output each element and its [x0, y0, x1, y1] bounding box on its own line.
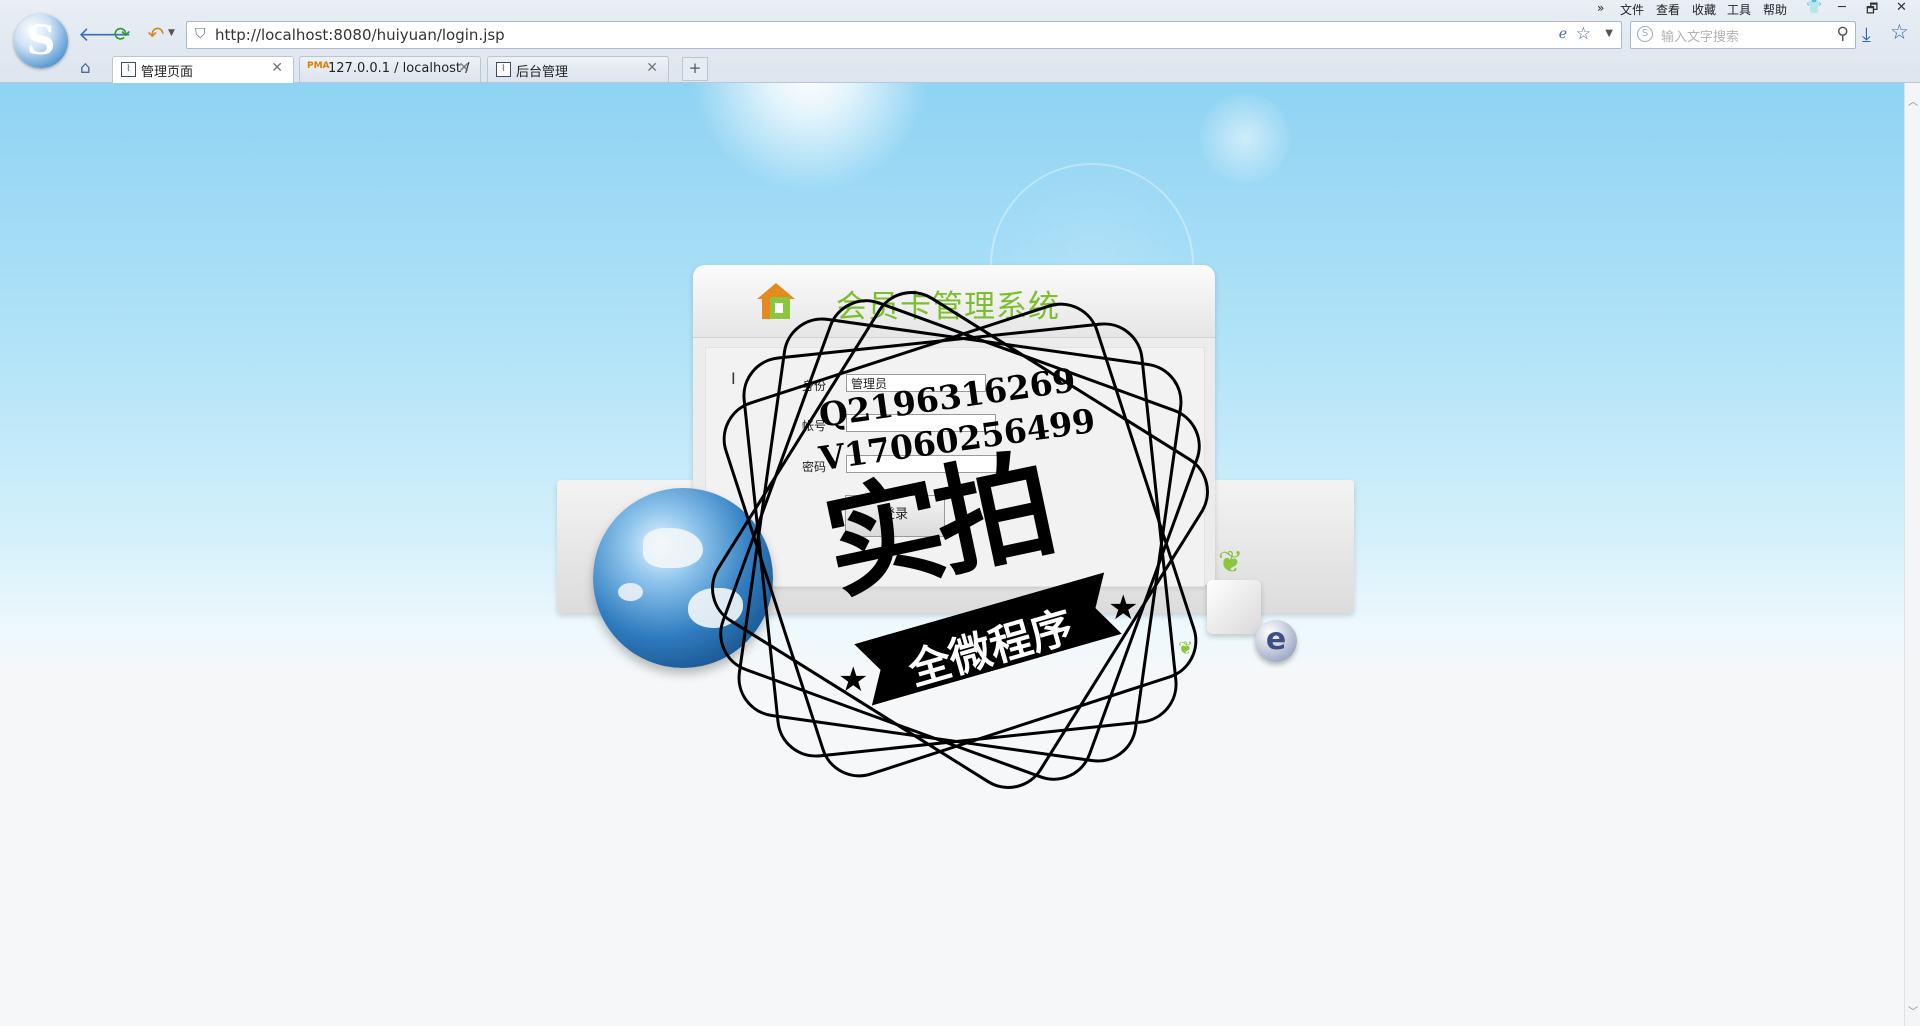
phpmyadmin-icon: PMA [307, 61, 330, 71]
menu-view[interactable]: 查看 [1656, 1, 1680, 18]
favorites-star-icon[interactable]: ☆ [1890, 20, 1909, 44]
sprout-icon: ❦ [1218, 545, 1244, 580]
ie-compat-icon[interactable]: ℯ [1559, 26, 1567, 42]
download-icon[interactable]: ⤓ [1862, 22, 1871, 46]
white-cube-image [1207, 580, 1261, 634]
tab-label: 管理页面 [141, 65, 194, 80]
globe-land [618, 583, 643, 601]
tab-close-icon[interactable]: ✕ [458, 60, 470, 76]
address-url[interactable]: http://localhost:8080/huiyuan/login.jsp [215, 26, 505, 44]
address-bar[interactable]: ⛉ http://localhost:8080/huiyuan/login.js… [186, 21, 1622, 49]
browser-logo[interactable]: S [14, 14, 68, 68]
search-icon[interactable]: ⚲ [1837, 24, 1849, 44]
tab-label: 后台管理 [516, 65, 569, 80]
menu-tools[interactable]: 工具 [1727, 1, 1751, 18]
tab-close-icon[interactable]: ✕ [646, 60, 658, 76]
home-icon[interactable]: ⌂ [80, 58, 91, 78]
search-placeholder[interactable]: 输入文字搜索 [1661, 26, 1739, 45]
tab-close-icon[interactable]: ✕ [271, 60, 283, 76]
menu-more[interactable]: » [1597, 1, 1604, 15]
close-window-icon[interactable]: ✕ [1896, 0, 1907, 15]
ie-ball-icon: e [1255, 620, 1297, 662]
tab-backend[interactable]: ⌇ 后台管理 ✕ [487, 56, 669, 82]
page-icon: ⌇ [496, 62, 511, 77]
restore-icon[interactable]: 🗗 [1866, 0, 1878, 22]
globe-land [643, 528, 703, 568]
vertical-scrollbar[interactable]: ︿ ﹀ [1904, 83, 1920, 1026]
browser-chrome: S 🡐 ⟳ ↶ ▼ ⛉ http://localhost:8080/huiyua… [0, 0, 1920, 83]
browser-logo-letter: S [26, 17, 56, 64]
back-arrow-icon[interactable]: 🡐 [78, 22, 132, 46]
undo-dropdown-icon[interactable]: ▼ [168, 28, 175, 38]
sun-glow [690, 83, 930, 193]
menu-favorites[interactable]: 收藏 [1692, 1, 1716, 18]
address-dropdown-icon[interactable]: ▼ [1605, 28, 1613, 39]
menu-help[interactable]: 帮助 [1763, 1, 1787, 18]
tab-label: 127.0.0.1 / localhost / [328, 61, 470, 76]
tab-phpmyadmin[interactable]: PMA 127.0.0.1 / localhost / ✕ [299, 56, 481, 82]
minimize-icon[interactable]: ─ [1838, 0, 1846, 15]
skin-icon[interactable]: 👕 [1806, 0, 1822, 15]
watermark-star-icon: ★ [838, 660, 869, 700]
watermark-star-icon: ★ [1108, 588, 1139, 628]
tab-admin-page[interactable]: ⌇ 管理页面 ✕ [112, 56, 294, 83]
search-box[interactable]: S 输入文字搜索 ⚲ [1630, 21, 1856, 49]
scroll-down-icon[interactable]: ﹀ [1908, 1003, 1918, 1018]
lens-flare [1200, 93, 1290, 183]
shield-icon: ⛉ [195, 26, 206, 42]
scroll-up-icon[interactable]: ︿ [1908, 93, 1918, 108]
page-icon: ⌇ [121, 62, 136, 77]
search-engine-icon[interactable]: S [1637, 26, 1653, 42]
refresh-icon[interactable]: ⟳ [110, 22, 134, 46]
bookmark-star-icon[interactable]: ☆ [1576, 24, 1591, 44]
new-tab-button[interactable]: + [682, 57, 708, 81]
menu-file[interactable]: 文件 [1620, 1, 1644, 18]
undo-icon[interactable]: ↶ [144, 22, 168, 46]
